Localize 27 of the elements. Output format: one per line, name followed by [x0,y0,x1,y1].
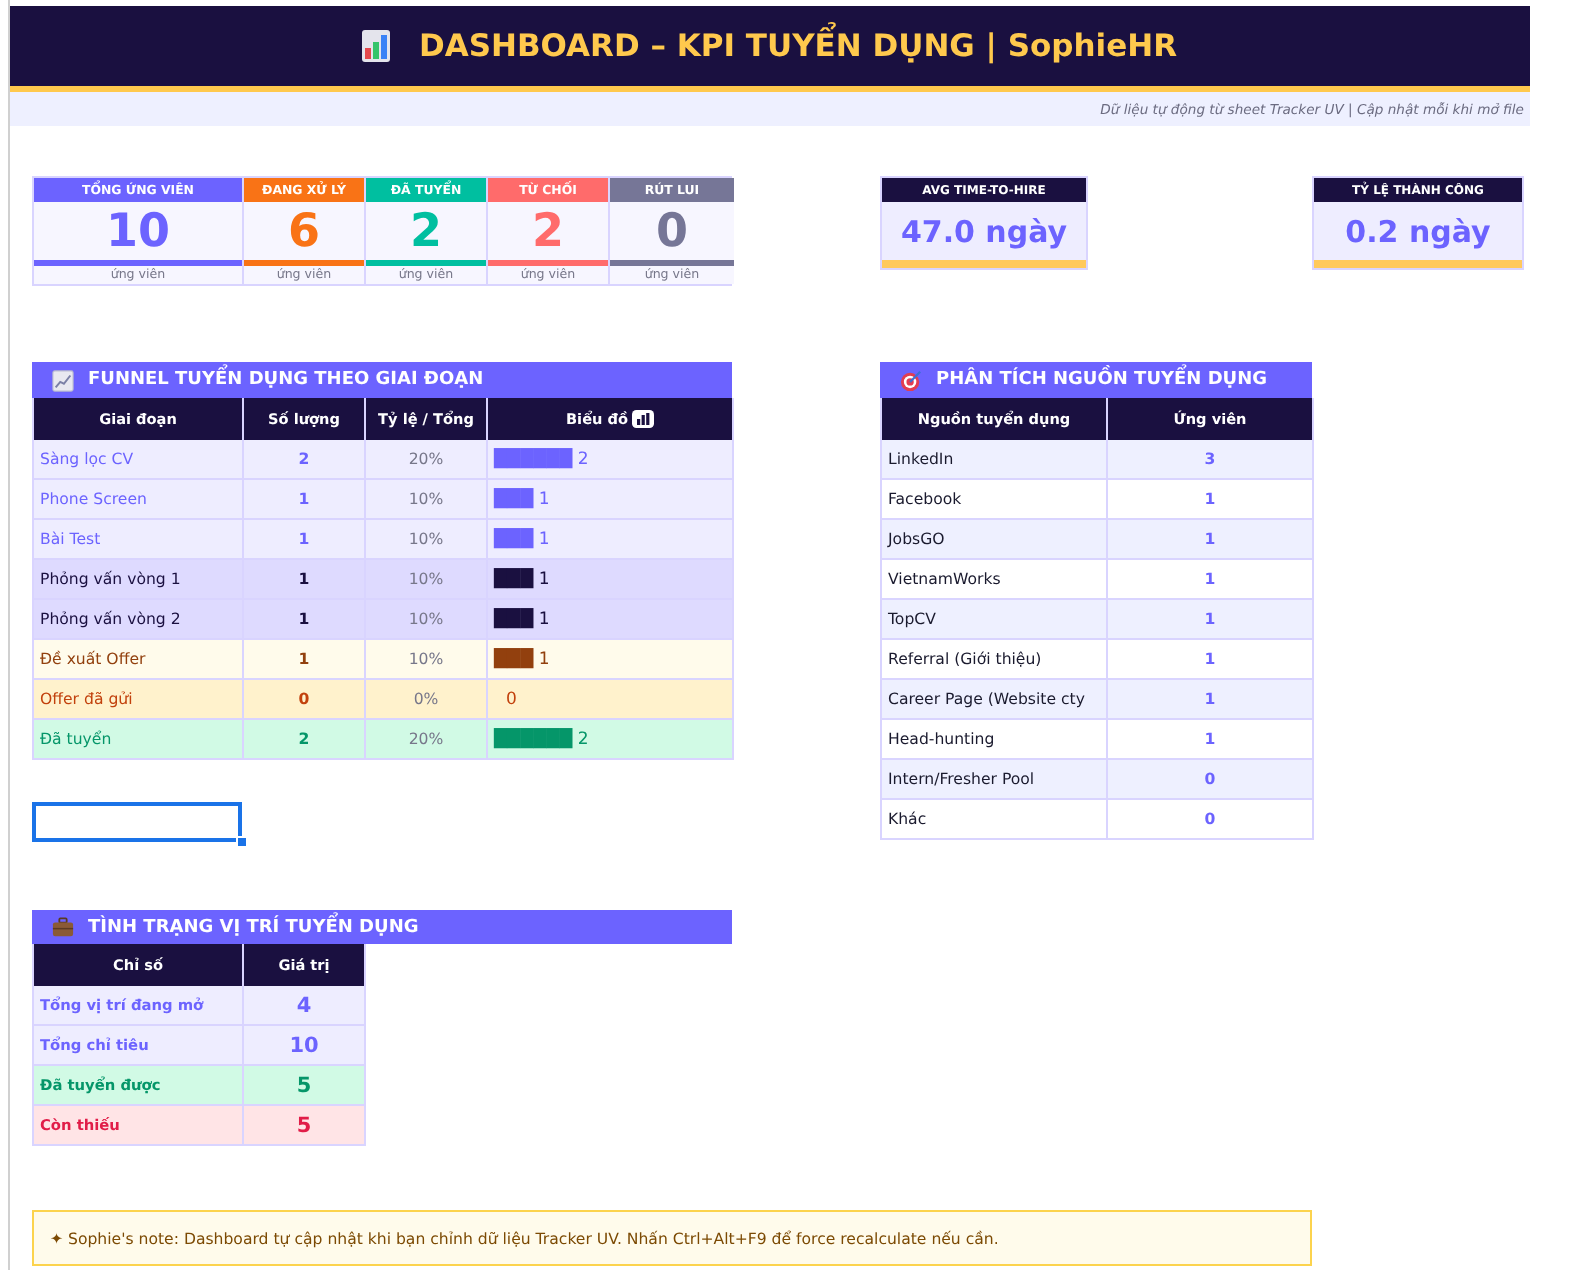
chart-cell: 0 [488,680,734,720]
section-title: TÌNH TRẠNG VỊ TRÍ TUYỂN DỤNG [88,917,419,937]
metric-value-cell: 5 [244,1066,366,1106]
kpi-value: 6 [244,202,364,260]
metric-value-cell: 5 [244,1106,366,1146]
bar-chart-icon [631,410,654,428]
fill-handle-icon[interactable] [236,836,248,848]
metric-value: 47.0 ngày [882,202,1086,260]
chart-cell: ███ 1 [488,520,734,560]
chart-cell: ███ 1 [488,640,734,680]
metric-value: 0.2 ngày [1314,202,1522,260]
bar-chart-icon [362,30,391,62]
chart-cell: ███ 1 [488,560,734,600]
selected-cell[interactable] [32,802,242,842]
chart-cell: ██████ 2 [488,440,734,480]
target-icon [900,369,922,391]
briefcase-icon [52,916,74,938]
chart-cell: ███ 1 [488,600,734,640]
metric-value-cell: 4 [244,986,366,1026]
kpi-value: 2 [488,202,608,260]
kpi-value: 0 [610,202,734,260]
chart-cell: ██████ 2 [488,720,734,760]
line-chart-icon [52,369,74,391]
kpi-value: 10 [34,202,242,260]
chart-cell: ███ 1 [488,480,734,520]
metric-value-cell: 10 [244,1026,366,1066]
kpi-value: 2 [366,202,486,260]
